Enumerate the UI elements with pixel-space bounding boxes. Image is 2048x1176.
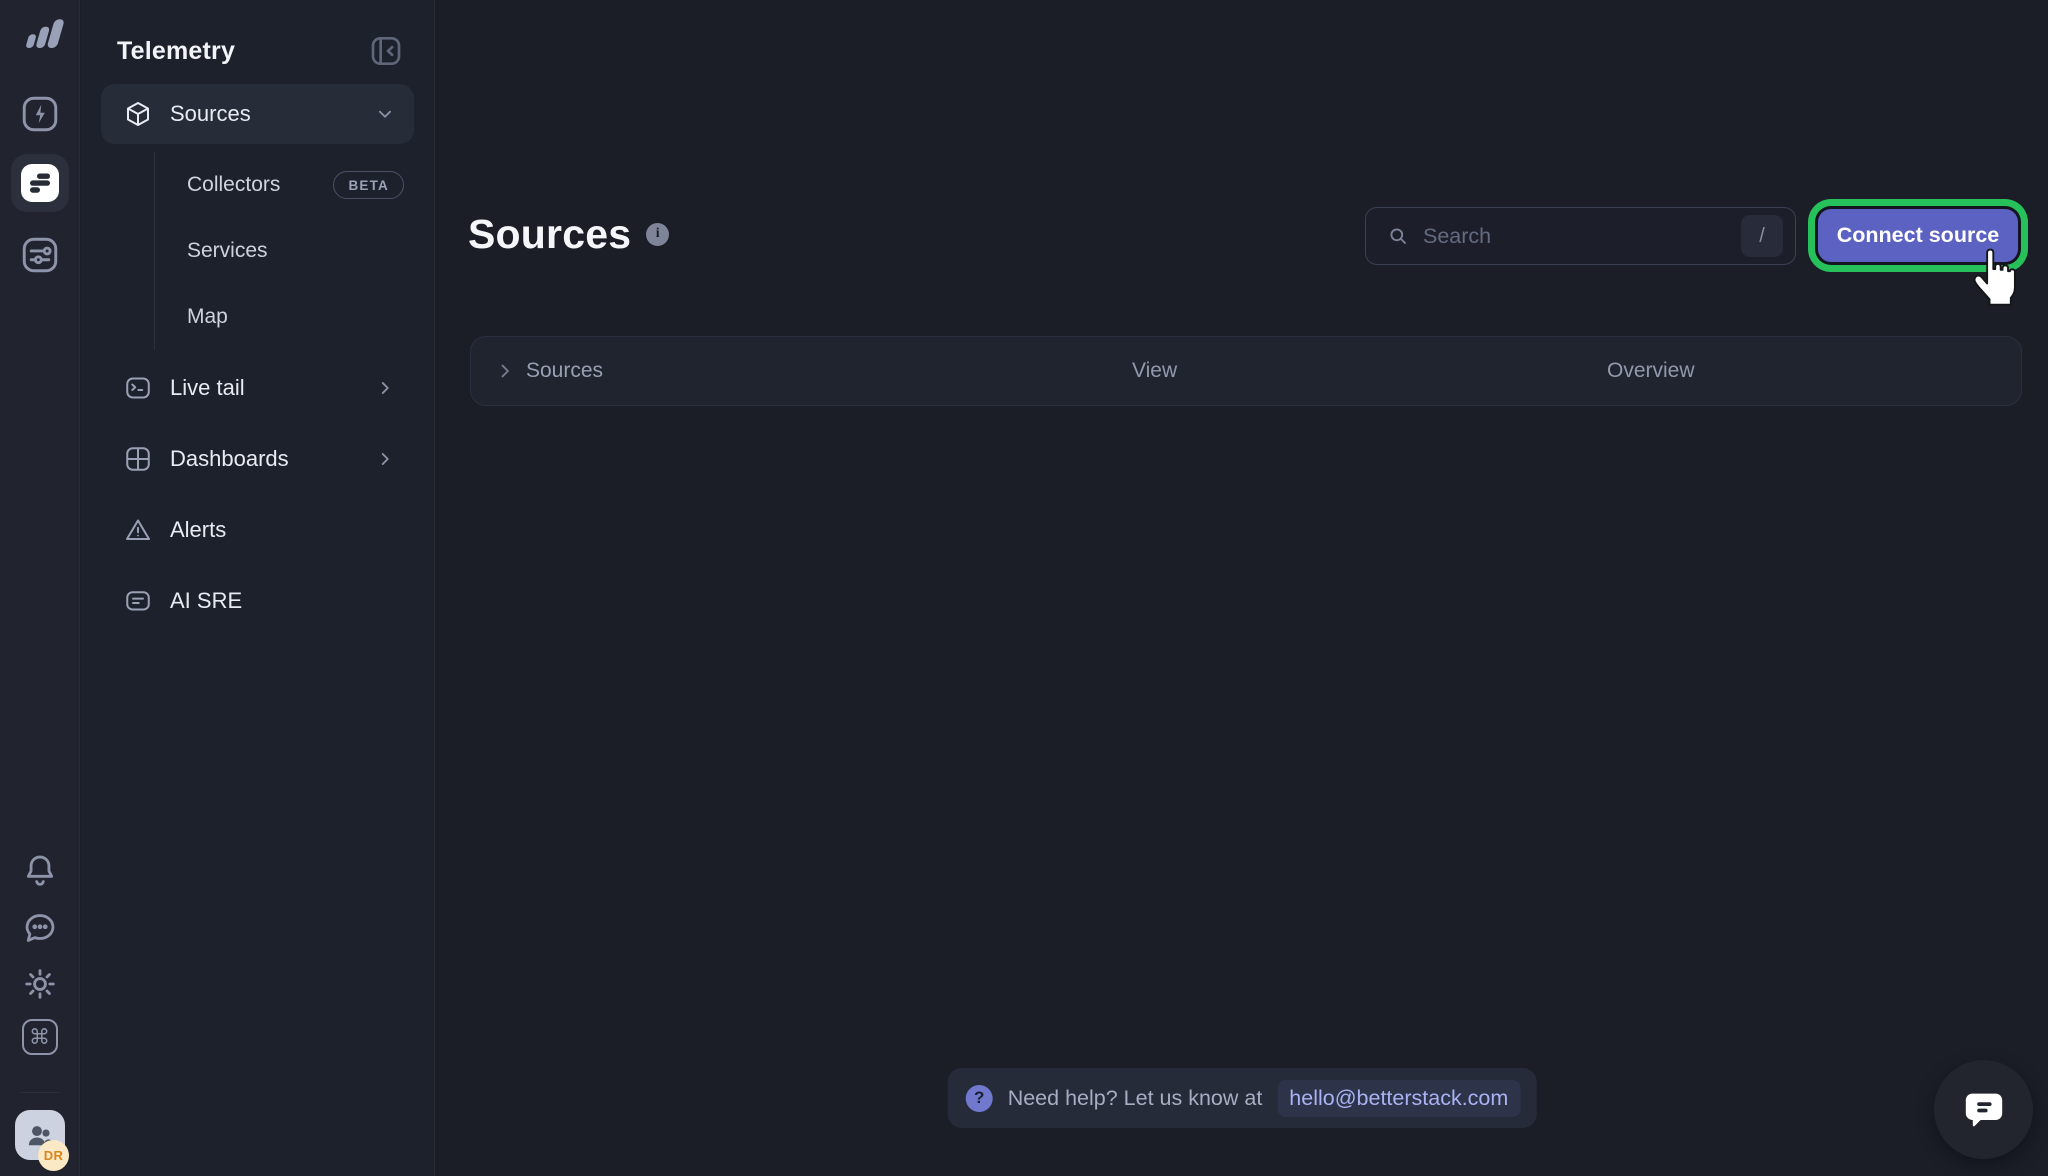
sidebar-item-alerts[interactable]: Alerts	[101, 500, 414, 560]
sidebar-item-collectors[interactable]: Collectors BETA	[155, 152, 414, 218]
dashboard-grid-icon	[123, 444, 153, 474]
bell-icon	[19, 849, 61, 891]
betterstack-logo[interactable]	[15, 14, 65, 52]
chevron-right-icon	[374, 377, 396, 399]
lightning-icon	[18, 92, 62, 136]
rail-divider	[20, 1092, 60, 1093]
sidebar-title: Telemetry	[117, 37, 235, 66]
sun-icon	[19, 963, 61, 1005]
live-chat-button[interactable]	[1934, 1060, 2033, 1159]
sidebar-item-label: Map	[187, 305, 404, 329]
sidebar-item-label: AI SRE	[170, 588, 396, 614]
rail-item-integrations[interactable]	[18, 233, 62, 277]
rail-item-uptime[interactable]	[18, 92, 62, 136]
sidebar-item-label: Services	[187, 239, 404, 263]
main-content: Sources i / Connect source Sources View …	[436, 0, 2048, 1176]
command-icon: ⌘	[22, 1019, 58, 1055]
beta-badge: BETA	[333, 171, 404, 199]
table-header-sources[interactable]: Sources	[471, 359, 603, 383]
info-icon[interactable]: i	[646, 223, 669, 246]
icon-rail: ⌘ DR	[0, 0, 80, 1176]
message-square-icon	[123, 586, 153, 616]
page-title: Sources	[468, 211, 631, 258]
logs-icon	[20, 163, 60, 203]
page-header: Sources i	[468, 206, 669, 262]
rail-item-shortcuts[interactable]: ⌘	[22, 1019, 58, 1055]
sources-subnav: Collectors BETA Services Map	[154, 152, 414, 350]
rail-item-notifications[interactable]	[19, 849, 61, 891]
sidebar-item-label: Collectors	[187, 173, 333, 197]
sidebar-item-label: Sources	[170, 101, 374, 127]
user-initials-badge[interactable]: DR	[38, 1140, 69, 1171]
sources-table-header: Sources View Overview	[470, 336, 2022, 406]
help-bar: ? Need help? Let us know at hello@better…	[948, 1068, 1537, 1128]
table-header-view: View	[1132, 359, 1177, 383]
help-text: Need help? Let us know at	[1008, 1086, 1263, 1111]
rail-item-feedback[interactable]	[19, 907, 61, 949]
table-header-overview: Overview	[1607, 359, 1695, 383]
betterstack-logo-icon	[15, 14, 65, 52]
chat-bubble-filled-icon	[1960, 1086, 2008, 1134]
sidebar: Telemetry Sources	[81, 0, 435, 1176]
sidebar-item-services[interactable]: Services	[155, 218, 414, 284]
help-icon: ?	[966, 1085, 993, 1112]
app-root: ⌘ DR Telemetry	[0, 0, 2048, 1176]
chevron-down-icon	[374, 103, 396, 125]
command-glyph: ⌘	[29, 1025, 50, 1049]
chat-bubble-icon	[19, 907, 61, 949]
sidebar-item-label: Alerts	[170, 517, 396, 543]
sidebar-item-sources[interactable]: Sources	[101, 84, 414, 144]
search-box: /	[1365, 207, 1796, 265]
alert-triangle-icon	[123, 515, 153, 545]
sidebar-item-ai-sre[interactable]: AI SRE	[101, 571, 414, 631]
cube-icon	[123, 99, 153, 129]
terminal-icon	[123, 373, 153, 403]
search-icon	[1386, 224, 1410, 248]
connect-source-button[interactable]: Connect source	[1818, 209, 2018, 262]
rail-item-theme-toggle[interactable]	[19, 963, 61, 1005]
chevron-right-icon	[374, 448, 396, 470]
sidebar-header: Telemetry	[81, 0, 434, 80]
sidebar-item-label: Live tail	[170, 375, 374, 401]
sliders-icon	[18, 233, 62, 277]
column-label: Sources	[526, 359, 603, 383]
rail-item-telemetry[interactable]	[11, 154, 69, 212]
sidebar-item-live-tail[interactable]: Live tail	[101, 358, 414, 418]
sidebar-item-dashboards[interactable]: Dashboards	[101, 429, 414, 489]
search-input[interactable]	[1423, 224, 1728, 249]
slash-shortcut-key: /	[1741, 215, 1783, 257]
sidebar-item-map[interactable]: Map	[155, 284, 414, 350]
collapse-sidebar-button[interactable]	[366, 31, 406, 71]
support-email-link[interactable]: hello@betterstack.com	[1277, 1080, 1520, 1117]
panel-collapse-icon	[366, 31, 406, 71]
sidebar-item-label: Dashboards	[170, 446, 374, 472]
sidebar-nav: Sources Collectors BETA Services Map	[81, 80, 434, 631]
chevron-right-icon	[495, 361, 515, 381]
